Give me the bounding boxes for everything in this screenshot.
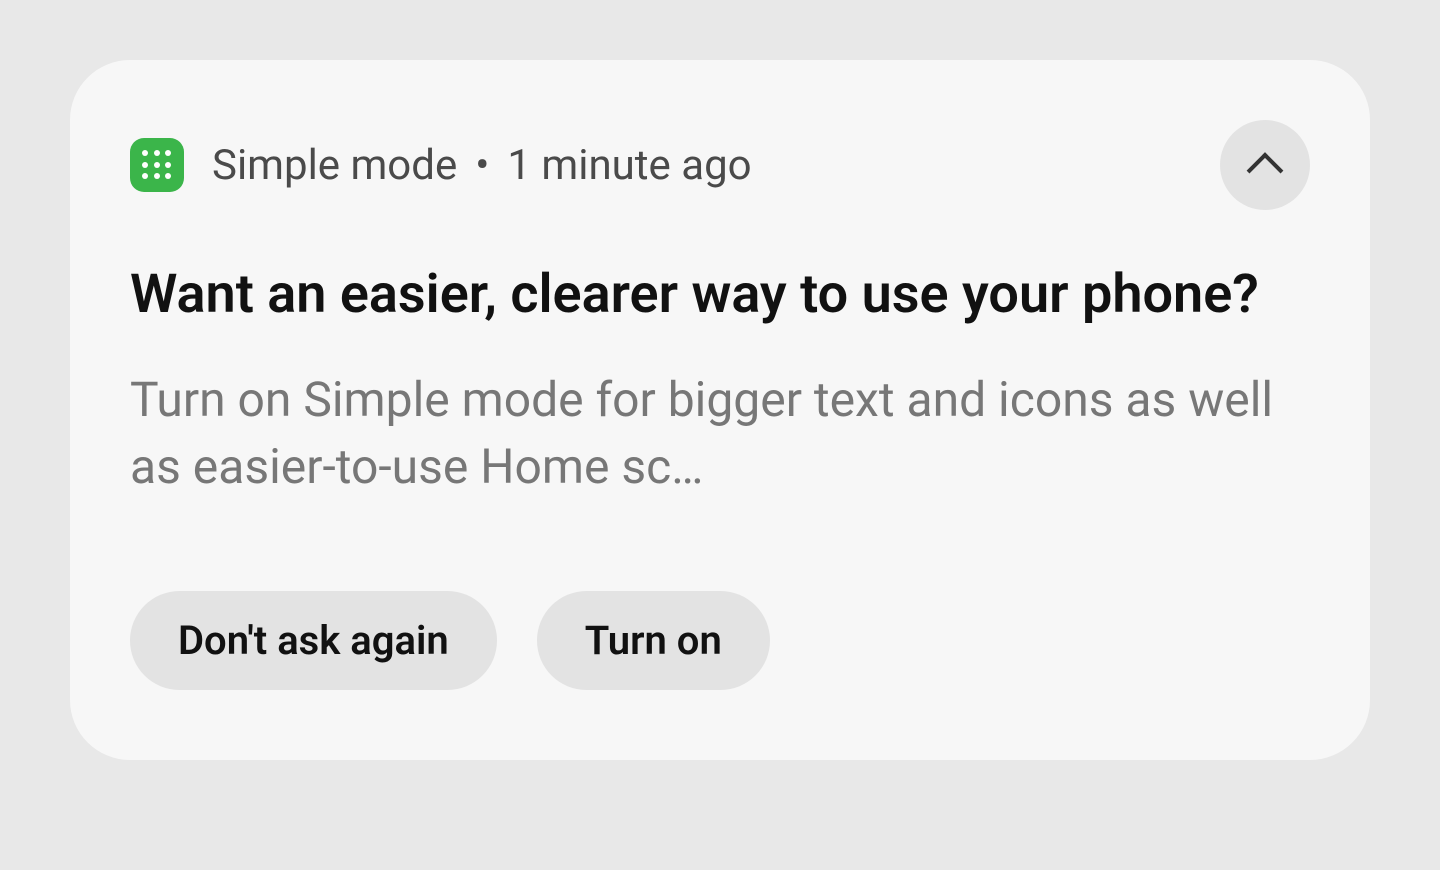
chevron-up-icon (1247, 152, 1284, 189)
notification-body: Turn on Simple mode for bigger text and … (130, 366, 1310, 500)
app-name: Simple mode (212, 141, 457, 190)
notification-title: Want an easier, clearer way to use your … (130, 260, 1310, 330)
notification-header: Simple mode • 1 minute ago (130, 120, 1310, 210)
notification-card[interactable]: Simple mode • 1 minute ago Want an easie… (70, 60, 1370, 760)
notification-timestamp: 1 minute ago (507, 141, 751, 190)
notification-header-left: Simple mode • 1 minute ago (130, 138, 752, 192)
notification-meta: Simple mode • 1 minute ago (212, 141, 752, 190)
notification-actions: Don't ask again Turn on (130, 591, 1310, 690)
collapse-button[interactable] (1220, 120, 1310, 210)
dont-ask-again-button[interactable]: Don't ask again (130, 591, 497, 690)
turn-on-button[interactable]: Turn on (537, 591, 770, 690)
meta-separator: • (475, 141, 489, 190)
grid-apps-icon (130, 138, 184, 192)
